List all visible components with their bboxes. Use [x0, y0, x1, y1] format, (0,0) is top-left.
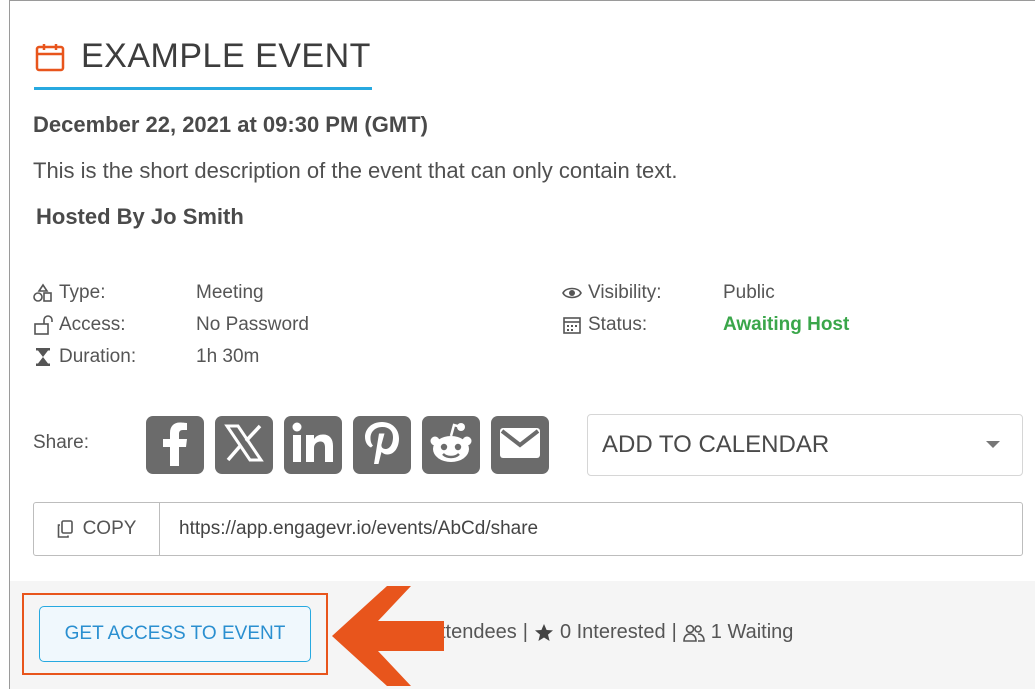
status-value: Awaiting Host [723, 314, 850, 335]
interested-count: 0 Interested [559, 621, 666, 643]
event-description: This is the short description of the eve… [33, 158, 678, 183]
visibility-label-row: Visibility: [562, 282, 662, 304]
linkedin-share-button[interactable] [284, 416, 342, 474]
event-title-row: EXAMPLE EVENT [35, 37, 371, 76]
stats-separator: | [671, 621, 677, 643]
unlock-icon [33, 315, 53, 335]
copy-label: COPY [82, 518, 137, 539]
title-underline [34, 87, 372, 90]
users-icon [682, 624, 705, 642]
share-url-field[interactable]: https://app.engagevr.io/events/AbCd/shar… [160, 503, 1022, 555]
pinterest-icon [362, 420, 402, 471]
copy-icon [57, 520, 73, 538]
reddit-icon [428, 421, 474, 470]
hourglass-icon [33, 347, 53, 367]
stats-separator: | [522, 621, 528, 643]
facebook-icon [155, 420, 195, 471]
pointer-arrow-icon [332, 586, 444, 686]
share-link-box: COPY https://app.engagevr.io/events/AbCd… [33, 502, 1023, 556]
calendar-small-icon [562, 315, 582, 335]
event-datetime: December 22, 2021 at 09:30 PM (GMT) [33, 112, 428, 137]
get-access-button[interactable]: GET ACCESS TO EVENT [39, 606, 311, 662]
facebook-share-button[interactable] [146, 416, 204, 474]
duration-label-row: Duration: [33, 346, 136, 368]
email-share-button[interactable] [491, 416, 549, 474]
eye-icon [562, 283, 582, 303]
access-value: No Password [196, 314, 309, 335]
star-icon [534, 623, 553, 641]
event-host: Hosted By Jo Smith [36, 204, 244, 229]
pinterest-share-button[interactable] [353, 416, 411, 474]
reddit-share-button[interactable] [422, 416, 480, 474]
access-label: Access: [59, 314, 126, 335]
event-title: EXAMPLE EVENT [81, 37, 371, 75]
duration-value: 1h 30m [196, 346, 260, 367]
linkedin-icon [291, 422, 335, 469]
status-label: Status: [588, 314, 648, 335]
type-icon [33, 283, 53, 303]
type-label-row: Type: [33, 282, 105, 304]
copy-button[interactable]: COPY [34, 503, 160, 555]
visibility-label: Visibility: [588, 282, 662, 303]
share-label: Share: [33, 432, 89, 453]
event-stats: ttendees | 0 Interested | 1 Waiting [440, 621, 793, 644]
chevron-down-icon [986, 441, 1000, 448]
attendees-count: ttendees [440, 621, 517, 643]
duration-label: Duration: [59, 346, 137, 367]
x-share-button[interactable] [215, 416, 273, 474]
email-icon [498, 426, 542, 465]
add-to-calendar-label: ADD TO CALENDAR [602, 431, 830, 458]
x-icon [224, 423, 264, 468]
event-card: EXAMPLE EVENT December 22, 2021 at 09:30… [9, 0, 1035, 689]
add-to-calendar-dropdown[interactable]: ADD TO CALENDAR [587, 414, 1023, 476]
waiting-count: 1 Waiting [710, 621, 794, 643]
calendar-icon [35, 42, 65, 72]
access-label-row: Access: [33, 314, 126, 336]
status-label-row: Status: [562, 314, 647, 336]
type-label: Type: [59, 282, 106, 303]
type-value: Meeting [196, 282, 264, 303]
visibility-value: Public [723, 282, 775, 303]
